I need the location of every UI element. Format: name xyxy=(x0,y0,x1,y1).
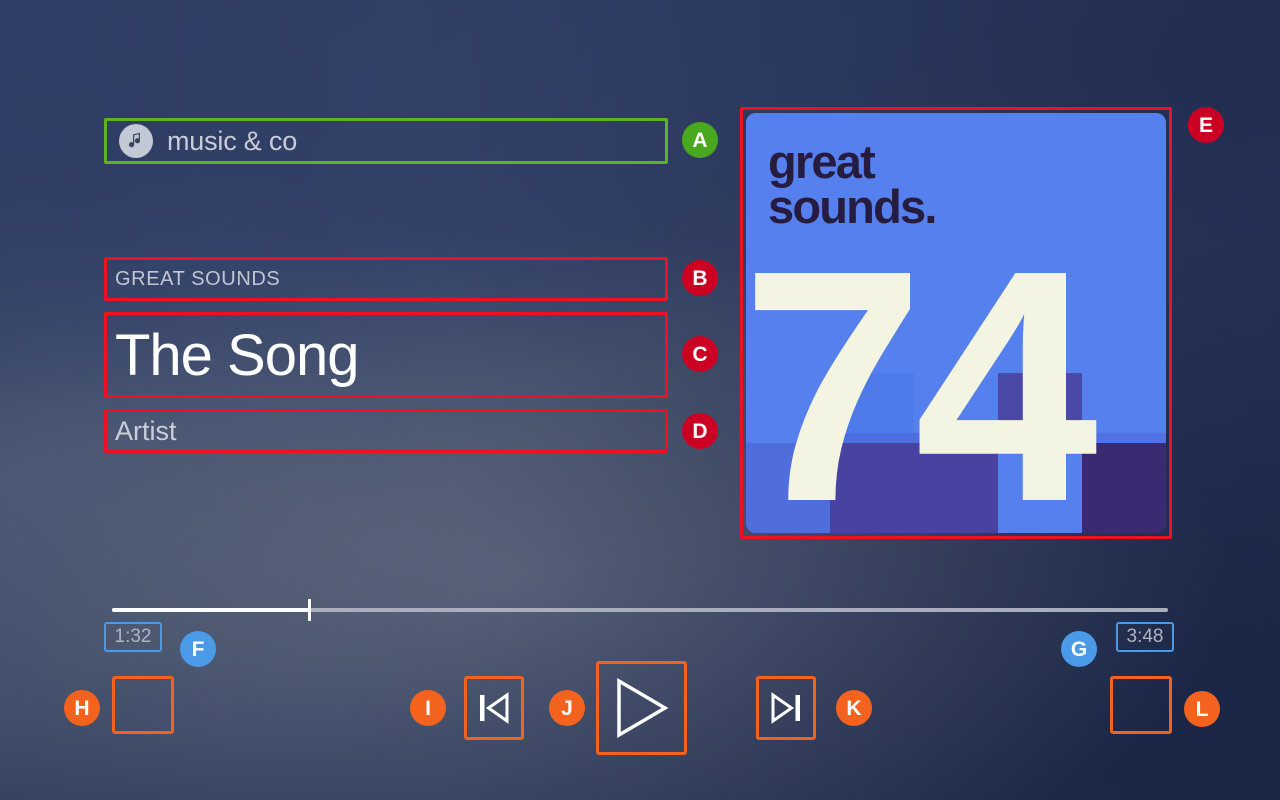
next-track-icon xyxy=(771,692,800,724)
annotation-badge-K: K xyxy=(836,690,872,726)
annotation-badge-D: D xyxy=(682,413,718,449)
annotation-badge-B: B xyxy=(682,260,718,296)
progress-bar-fill xyxy=(112,608,310,612)
shuffle-button[interactable] xyxy=(112,676,174,734)
annotation-badge-G: G xyxy=(1061,631,1097,667)
annotation-box-duration xyxy=(1116,622,1174,652)
annotation-badge-J: J xyxy=(549,690,585,726)
play-button[interactable] xyxy=(596,661,687,755)
progress-bar-handle[interactable] xyxy=(308,599,312,621)
repeat-button[interactable] xyxy=(1110,676,1172,734)
annotation-badge-A: A xyxy=(682,122,718,158)
annotation-badge-E: E xyxy=(1188,107,1224,143)
annotation-badge-I: I xyxy=(410,690,446,726)
annotation-box-current-time xyxy=(104,622,162,652)
annotation-box-artist-name xyxy=(104,409,668,453)
annotation-box-album-name xyxy=(104,257,668,301)
next-button[interactable] xyxy=(756,676,816,740)
previous-track-icon xyxy=(480,692,509,724)
previous-button[interactable] xyxy=(464,676,524,740)
annotation-badge-C: C xyxy=(682,336,718,372)
annotation-box-track-title xyxy=(104,312,668,398)
annotation-badge-F: F xyxy=(180,631,216,667)
annotation-box-app-title xyxy=(104,118,668,164)
annotation-badge-H: H xyxy=(64,690,100,726)
annotation-badge-L: L xyxy=(1184,691,1220,727)
progress-bar[interactable] xyxy=(112,599,1168,621)
annotation-box-album-artwork xyxy=(740,107,1172,539)
play-icon xyxy=(616,677,668,739)
